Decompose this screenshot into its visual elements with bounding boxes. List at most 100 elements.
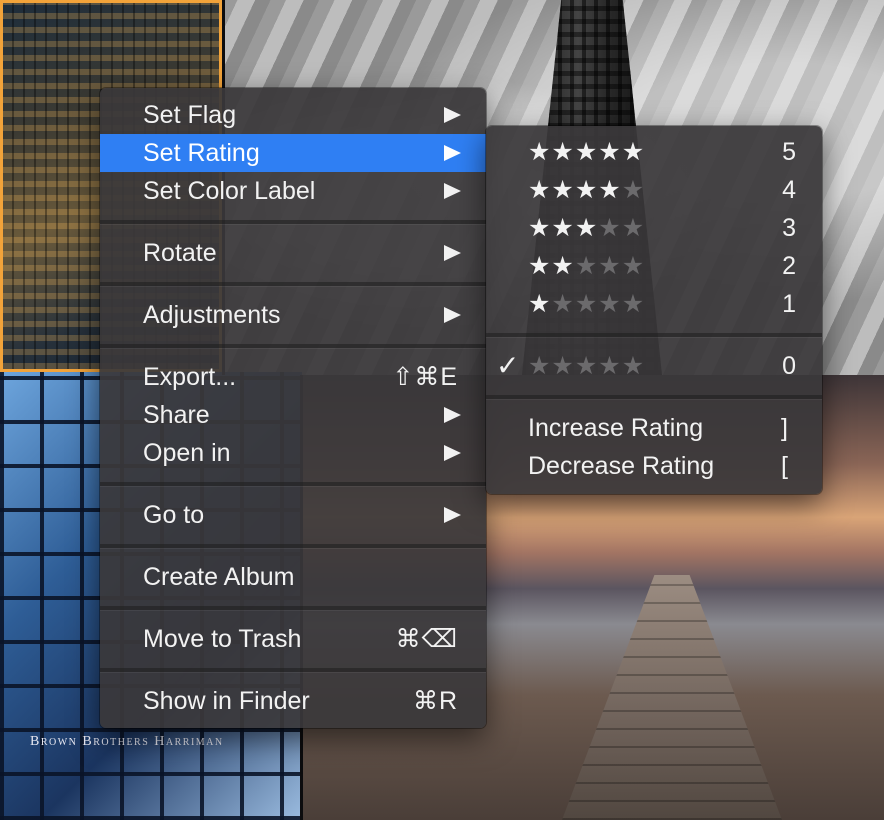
menu-item-label: Go to bbox=[143, 501, 205, 529]
star-empty-icon: ★ bbox=[621, 252, 646, 280]
star-rating-icon: ★★★★★ bbox=[528, 347, 645, 385]
rating-item-1[interactable]: ★★★★★ 1 bbox=[486, 285, 822, 323]
menu-item-adjustments[interactable]: Adjustments bbox=[100, 296, 486, 334]
star-empty-icon: ★ bbox=[621, 176, 646, 204]
menu-separator bbox=[486, 395, 822, 400]
menu-item-rotate[interactable]: Rotate bbox=[100, 234, 486, 272]
menu-separator bbox=[100, 668, 486, 673]
submenu-arrow-icon bbox=[444, 183, 461, 199]
menu-item-label: Set Rating bbox=[143, 139, 260, 167]
star-empty-icon: ★ bbox=[621, 290, 646, 318]
building-sign: Brown Brothers Harriman bbox=[30, 734, 224, 749]
menu-item-set-rating[interactable]: Set Rating bbox=[100, 134, 486, 172]
star-filled-icon: ★ bbox=[551, 252, 575, 280]
star-empty-icon: ★ bbox=[551, 290, 575, 318]
star-empty-icon: ★ bbox=[598, 214, 622, 242]
star-filled-icon: ★ bbox=[551, 214, 575, 242]
submenu-arrow-icon bbox=[444, 507, 461, 523]
star-filled-icon: ★ bbox=[621, 138, 646, 166]
increase-rating-item[interactable]: Increase Rating ] bbox=[486, 409, 822, 447]
menu-item-set-flag[interactable]: Set Flag bbox=[100, 96, 486, 134]
star-rating-icon: ★★★★★ bbox=[528, 247, 645, 285]
menu-item-label: Move to Trash bbox=[143, 625, 302, 653]
menu-item-label: Set Flag bbox=[143, 101, 237, 129]
menu-separator bbox=[486, 333, 822, 338]
rating-item-5[interactable]: ★★★★★ 5 bbox=[486, 133, 822, 171]
star-empty-icon: ★ bbox=[598, 352, 622, 380]
menu-item-go-to[interactable]: Go to bbox=[100, 496, 486, 534]
menu-item-label: Share bbox=[143, 401, 210, 429]
star-empty-icon: ★ bbox=[598, 252, 622, 280]
star-filled-icon: ★ bbox=[551, 138, 575, 166]
star-filled-icon: ★ bbox=[528, 138, 552, 166]
star-filled-icon: ★ bbox=[574, 214, 599, 242]
shortcut-shift-cmd-e: ⇧⌘E bbox=[392, 363, 458, 391]
star-empty-icon: ★ bbox=[574, 352, 599, 380]
shortcut-left-bracket: [ bbox=[781, 452, 788, 480]
star-filled-icon: ★ bbox=[551, 176, 575, 204]
menu-separator bbox=[100, 544, 486, 549]
rating-value: 5 bbox=[782, 138, 796, 166]
pier-walkway-shape bbox=[562, 575, 782, 820]
menu-item-label: Adjustments bbox=[143, 301, 281, 329]
submenu-arrow-icon bbox=[444, 307, 461, 323]
menu-item-move-to-trash[interactable]: Move to Trash ⌘⌫ bbox=[100, 620, 486, 658]
star-empty-icon: ★ bbox=[621, 352, 646, 380]
menu-item-label: Create Album bbox=[143, 563, 295, 591]
menu-item-open-in[interactable]: Open in bbox=[100, 434, 486, 472]
rating-value: 4 bbox=[782, 176, 796, 204]
menu-separator bbox=[100, 282, 486, 287]
star-filled-icon: ★ bbox=[528, 252, 552, 280]
star-rating-icon: ★★★★★ bbox=[528, 171, 645, 209]
submenu-arrow-icon bbox=[444, 145, 461, 161]
shortcut-cmd-r: ⌘R bbox=[412, 687, 458, 715]
star-empty-icon: ★ bbox=[528, 352, 552, 380]
menu-separator bbox=[100, 482, 486, 487]
increase-rating-label: Increase Rating bbox=[528, 414, 704, 442]
rating-value: 2 bbox=[782, 252, 796, 280]
rating-item-3[interactable]: ★★★★★ 3 bbox=[486, 209, 822, 247]
rating-submenu: ★★★★★ 5 ★★★★★ 4 ★★★★★ 3 ★★★★★ 2 ★★★★★ 1 … bbox=[486, 126, 822, 494]
star-filled-icon: ★ bbox=[574, 138, 599, 166]
star-filled-icon: ★ bbox=[598, 138, 622, 166]
menu-item-label: Set Color Label bbox=[143, 177, 316, 205]
decrease-rating-item[interactable]: Decrease Rating [ bbox=[486, 447, 822, 485]
star-filled-icon: ★ bbox=[528, 214, 552, 242]
star-filled-icon: ★ bbox=[528, 176, 552, 204]
rating-item-2[interactable]: ★★★★★ 2 bbox=[486, 247, 822, 285]
submenu-arrow-icon bbox=[444, 445, 461, 461]
menu-item-create-album[interactable]: Create Album bbox=[100, 558, 486, 596]
shortcut-right-bracket: ] bbox=[781, 414, 788, 442]
star-filled-icon: ★ bbox=[574, 176, 599, 204]
star-rating-icon: ★★★★★ bbox=[528, 133, 645, 171]
menu-item-export[interactable]: Export... ⇧⌘E bbox=[100, 358, 486, 396]
star-filled-icon: ★ bbox=[598, 176, 622, 204]
rating-value: 1 bbox=[782, 290, 796, 318]
submenu-arrow-icon bbox=[444, 245, 461, 261]
star-empty-icon: ★ bbox=[574, 252, 599, 280]
context-menu: Set Flag Set Rating Set Color Label Rota… bbox=[100, 88, 486, 728]
star-rating-icon: ★★★★★ bbox=[528, 285, 645, 323]
checkmark-icon: ✓ bbox=[496, 350, 520, 381]
menu-item-show-in-finder[interactable]: Show in Finder ⌘R bbox=[100, 682, 486, 720]
star-empty-icon: ★ bbox=[551, 352, 575, 380]
menu-separator bbox=[100, 344, 486, 349]
rating-item-4[interactable]: ★★★★★ 4 bbox=[486, 171, 822, 209]
star-rating-icon: ★★★★★ bbox=[528, 209, 645, 247]
menu-item-set-color-label[interactable]: Set Color Label bbox=[100, 172, 486, 210]
star-empty-icon: ★ bbox=[598, 290, 622, 318]
shortcut-cmd-delete: ⌘⌫ bbox=[395, 625, 458, 653]
menu-separator bbox=[100, 220, 486, 225]
decrease-rating-label: Decrease Rating bbox=[528, 452, 715, 480]
menu-separator bbox=[100, 606, 486, 611]
menu-item-label: Show in Finder bbox=[143, 687, 310, 715]
rating-value: 0 bbox=[782, 352, 796, 380]
rating-item-0[interactable]: ✓ ★★★★★ 0 bbox=[486, 347, 822, 385]
star-filled-icon: ★ bbox=[528, 290, 552, 318]
star-empty-icon: ★ bbox=[574, 290, 599, 318]
submenu-arrow-icon bbox=[444, 407, 461, 423]
menu-item-share[interactable]: Share bbox=[100, 396, 486, 434]
rating-value: 3 bbox=[782, 214, 796, 242]
menu-item-label: Open in bbox=[143, 439, 231, 467]
star-empty-icon: ★ bbox=[621, 214, 646, 242]
